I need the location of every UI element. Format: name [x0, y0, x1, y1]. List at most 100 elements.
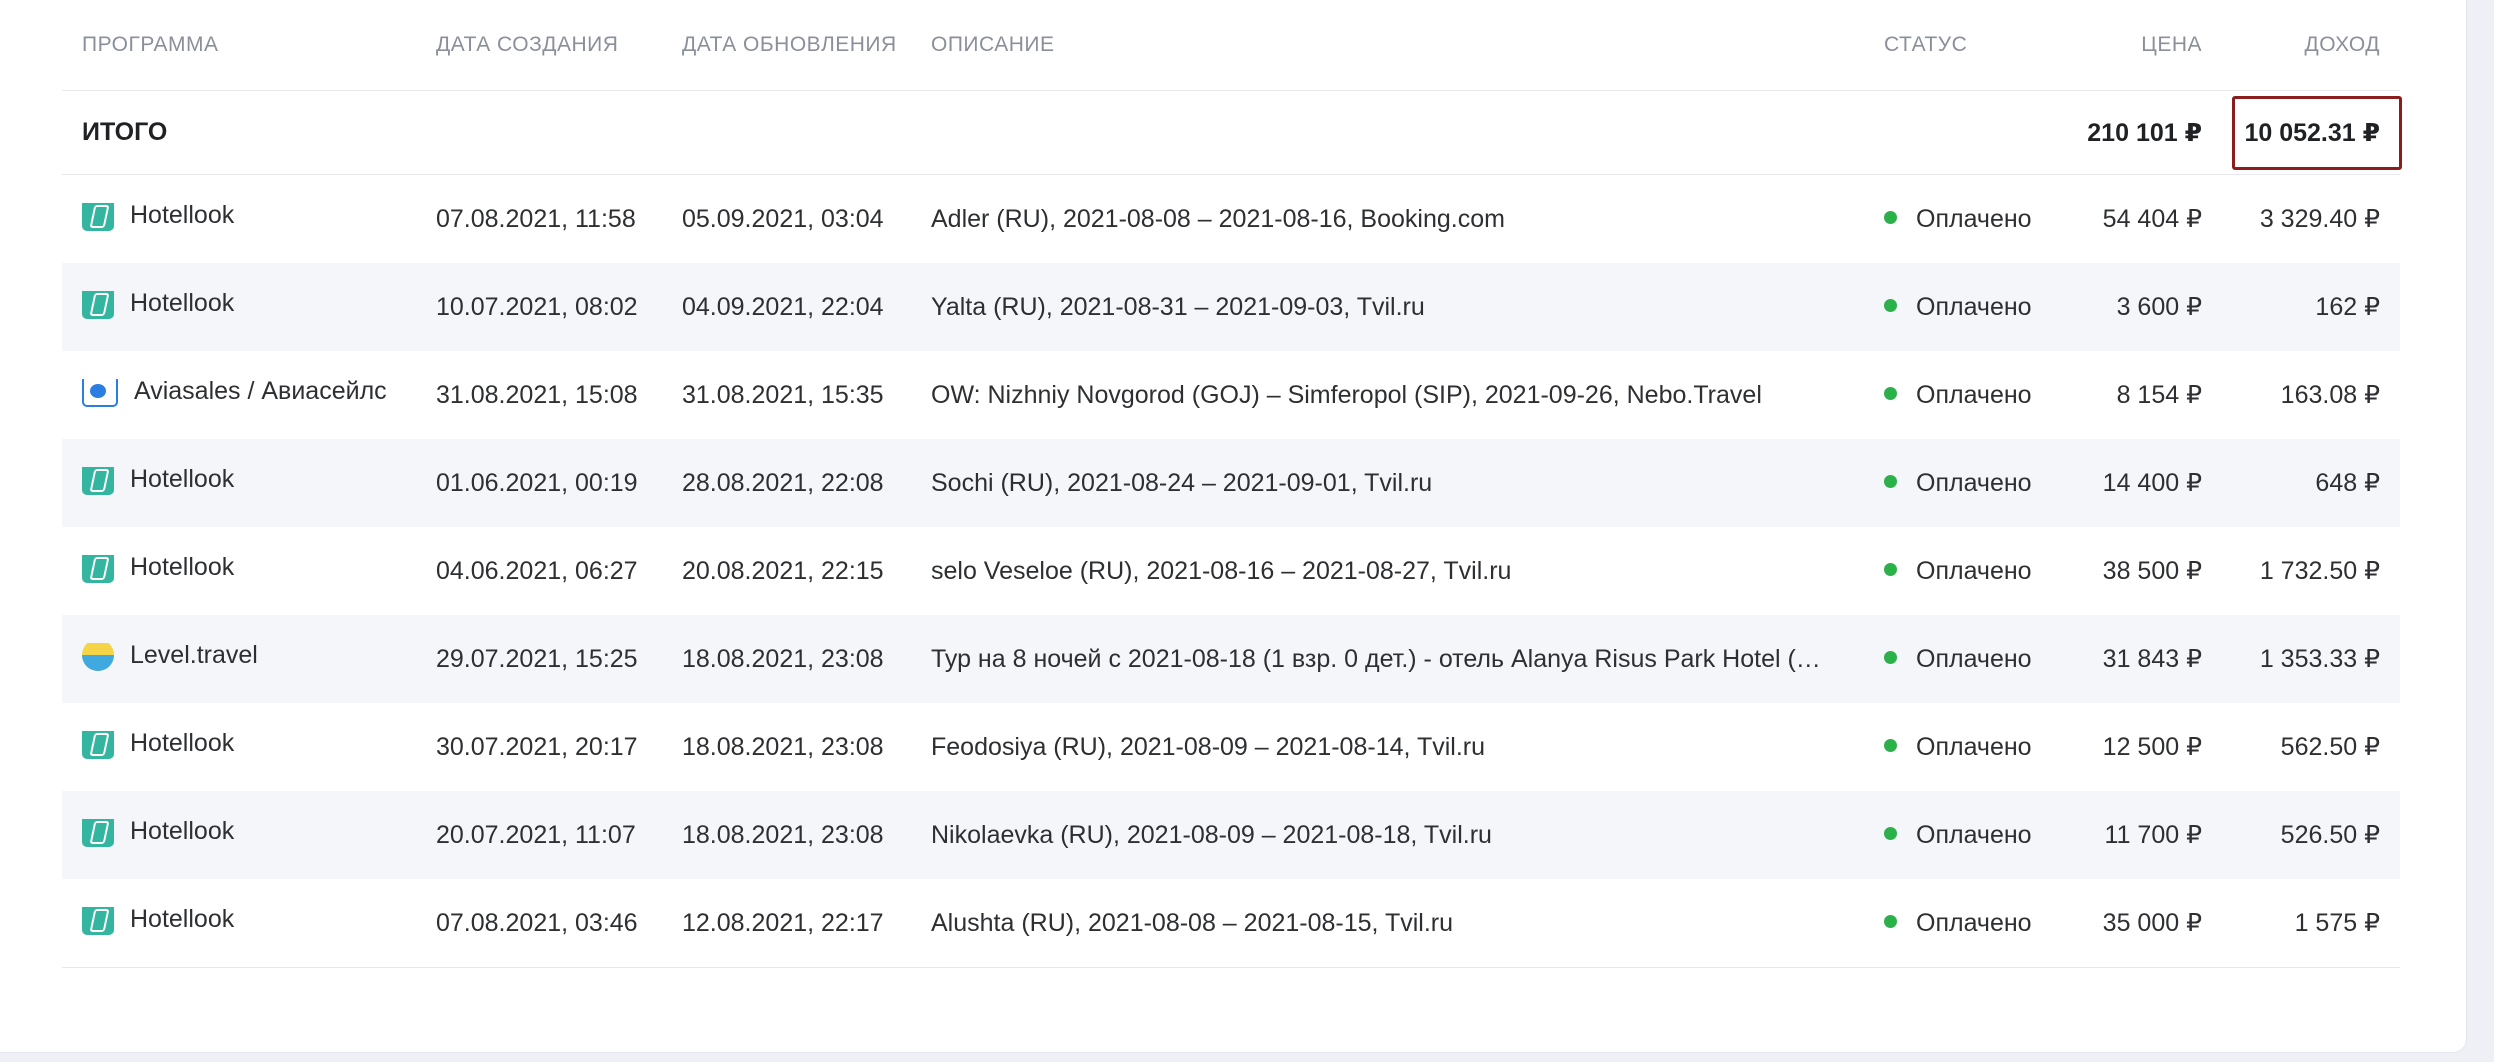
status-label: Оплачено [1916, 644, 2032, 673]
price: 12 500 ₽ [2102, 733, 2202, 761]
program-name: Level.travel [130, 643, 258, 669]
hotellook-icon [82, 203, 114, 231]
description: Adler (RU), 2021-08-08 – 2021-08-16, Boo… [931, 204, 1505, 233]
created-date: 10.07.2021, 08:02 [436, 292, 638, 321]
total-price: 210 101 ₽ [2087, 118, 2202, 147]
description: Nikolaevka (RU), 2021-08-09 – 2021-08-18… [931, 820, 1492, 849]
status-dot-icon [1884, 826, 1897, 840]
status-dot-icon [1884, 914, 1897, 928]
updated-date: 12.08.2021, 22:17 [682, 908, 884, 937]
income: 562.50 ₽ [2280, 733, 2380, 761]
program-cell: Hotellook [82, 731, 412, 763]
transactions-table: ПРОГРАММА ДАТА СОЗДАНИЯ ДАТА ОБНОВЛЕНИЯ … [62, 0, 2400, 968]
status-cell: Оплачено [1884, 909, 2054, 938]
status-cell: Оплачено [1884, 557, 2054, 586]
program-cell: Hotellook [82, 467, 412, 499]
column-header-created[interactable]: ДАТА СОЗДАНИЯ [436, 33, 666, 57]
updated-date: 31.08.2021, 15:35 [682, 380, 884, 409]
column-header-price[interactable]: ЦЕНА [2062, 33, 2202, 57]
total-row: ИТОГО 210 101 ₽ 10 052.31 ₽ [62, 91, 2400, 175]
table-row[interactable]: Hotellook 07.08.2021, 11:58 05.09.2021, 03… [62, 175, 2400, 263]
income: 648 ₽ [2315, 469, 2380, 497]
status-cell: Оплачено [1884, 645, 2054, 674]
table-row[interactable]: Level.travel 29.07.2021, 15:25 18.08.2021,… [62, 615, 2400, 703]
status-cell: Оплачено [1884, 205, 2054, 234]
program-name: Hotellook [130, 819, 235, 845]
program-cell: Hotellook [82, 819, 412, 851]
table-row[interactable]: Hotellook 04.06.2021, 06:27 20.08.2021, 22… [62, 527, 2400, 615]
status-dot-icon [1884, 210, 1897, 224]
table-header: ПРОГРАММА ДАТА СОЗДАНИЯ ДАТА ОБНОВЛЕНИЯ … [62, 0, 2400, 91]
status-cell: Оплачено [1884, 381, 2054, 410]
price: 11 700 ₽ [2104, 821, 2202, 849]
description: Alushta (RU), 2021-08-08 – 2021-08-15, T… [931, 908, 1454, 937]
status-cell: Оплачено [1884, 293, 2054, 322]
table-row[interactable]: Hotellook 10.07.2021, 08:02 04.09.2021, 22… [62, 263, 2400, 351]
created-date: 01.06.2021, 00:19 [436, 468, 638, 497]
column-header-description[interactable]: ОПИСАНИЕ [931, 33, 1907, 57]
price: 38 500 ₽ [2102, 557, 2202, 585]
created-date: 07.08.2021, 11:58 [436, 204, 636, 233]
program-cell: Hotellook [82, 555, 412, 587]
created-date: 29.07.2021, 15:25 [436, 644, 638, 673]
status-dot-icon [1884, 562, 1897, 576]
table-row[interactable]: Hotellook 01.06.2021, 00:19 28.08.2021, 22… [62, 439, 2400, 527]
column-header-income[interactable]: ДОХОД [2212, 33, 2380, 57]
hotellook-icon [82, 555, 114, 583]
price: 3 600 ₽ [2116, 293, 2202, 321]
description: Yalta (RU), 2021-08-31 – 2021-09-03, Tvi… [931, 292, 1425, 321]
status-dot-icon [1884, 650, 1897, 664]
table-row[interactable]: Hotellook 07.08.2021, 03:46 12.08.2021, 22… [62, 879, 2400, 968]
status-label: Оплачено [1916, 820, 2032, 849]
hotellook-icon [82, 907, 114, 935]
updated-date: 18.08.2021, 23:08 [682, 820, 884, 849]
program-cell: Level.travel [82, 643, 412, 675]
price: 8 154 ₽ [2116, 381, 2202, 409]
description: Feodosiya (RU), 2021-08-09 – 2021-08-14,… [931, 732, 1485, 761]
table-row[interactable]: Aviasales / Авиасейлс 31.08.2021, 15:08 31… [62, 351, 2400, 439]
hotellook-icon [82, 291, 114, 319]
price: 35 000 ₽ [2102, 909, 2202, 937]
description: Тур на 8 ночей с 2021-08-18 (1 взр. 0 де… [931, 644, 1821, 673]
column-header-program[interactable]: ПРОГРАММА [82, 33, 412, 57]
program-name: Hotellook [130, 907, 235, 933]
status-label: Оплачено [1916, 292, 2032, 321]
description: OW: Nizhniy Novgorod (GOJ) – Simferopol … [931, 380, 1762, 409]
total-label: ИТОГО [82, 118, 168, 146]
income: 3 329.40 ₽ [2259, 205, 2380, 233]
updated-date: 20.08.2021, 22:15 [682, 556, 884, 585]
column-header-status[interactable]: СТАТУС [1884, 33, 2054, 57]
program-cell: Aviasales / Авиасейлс [82, 379, 412, 411]
updated-date: 18.08.2021, 23:08 [682, 732, 884, 761]
program-name: Hotellook [130, 291, 235, 317]
program-name: Aviasales / Авиасейлс [134, 379, 387, 405]
description: selo Veseloe (RU), 2021-08-16 – 2021-08-… [931, 556, 1512, 585]
aviasales-icon [82, 379, 118, 407]
program-name: Hotellook [130, 731, 235, 757]
total-income-highlight-box [2232, 96, 2402, 170]
status-label: Оплачено [1916, 556, 2032, 585]
income: 1 575 ₽ [2294, 909, 2380, 937]
table-row[interactable]: Hotellook 30.07.2021, 20:17 18.08.2021, 23… [62, 703, 2400, 791]
status-cell: Оплачено [1884, 469, 2054, 498]
hotellook-icon [82, 819, 114, 847]
program-cell: Hotellook [82, 907, 412, 939]
created-date: 31.08.2021, 15:08 [436, 380, 638, 409]
status-label: Оплачено [1916, 380, 2032, 409]
program-name: Hotellook [130, 467, 235, 493]
transactions-card: ПРОГРАММА ДАТА СОЗДАНИЯ ДАТА ОБНОВЛЕНИЯ … [0, 0, 2467, 1053]
table-row[interactable]: Hotellook 20.07.2021, 11:07 18.08.2021, 23… [62, 791, 2400, 879]
column-header-updated[interactable]: ДАТА ОБНОВЛЕНИЯ [682, 33, 912, 57]
level-travel-icon [82, 643, 114, 671]
description: Sochi (RU), 2021-08-24 – 2021-09-01, Tvi… [931, 468, 1433, 497]
income: 162 ₽ [2315, 293, 2380, 321]
price: 31 843 ₽ [2102, 645, 2202, 673]
hotellook-icon [82, 467, 114, 495]
income: 1 732.50 ₽ [2259, 557, 2380, 585]
price: 54 404 ₽ [2102, 205, 2202, 233]
income: 526.50 ₽ [2280, 821, 2380, 849]
created-date: 30.07.2021, 20:17 [436, 732, 638, 761]
income: 1 353.33 ₽ [2259, 645, 2380, 673]
status-dot-icon [1884, 298, 1897, 312]
program-cell: Hotellook [82, 291, 412, 323]
